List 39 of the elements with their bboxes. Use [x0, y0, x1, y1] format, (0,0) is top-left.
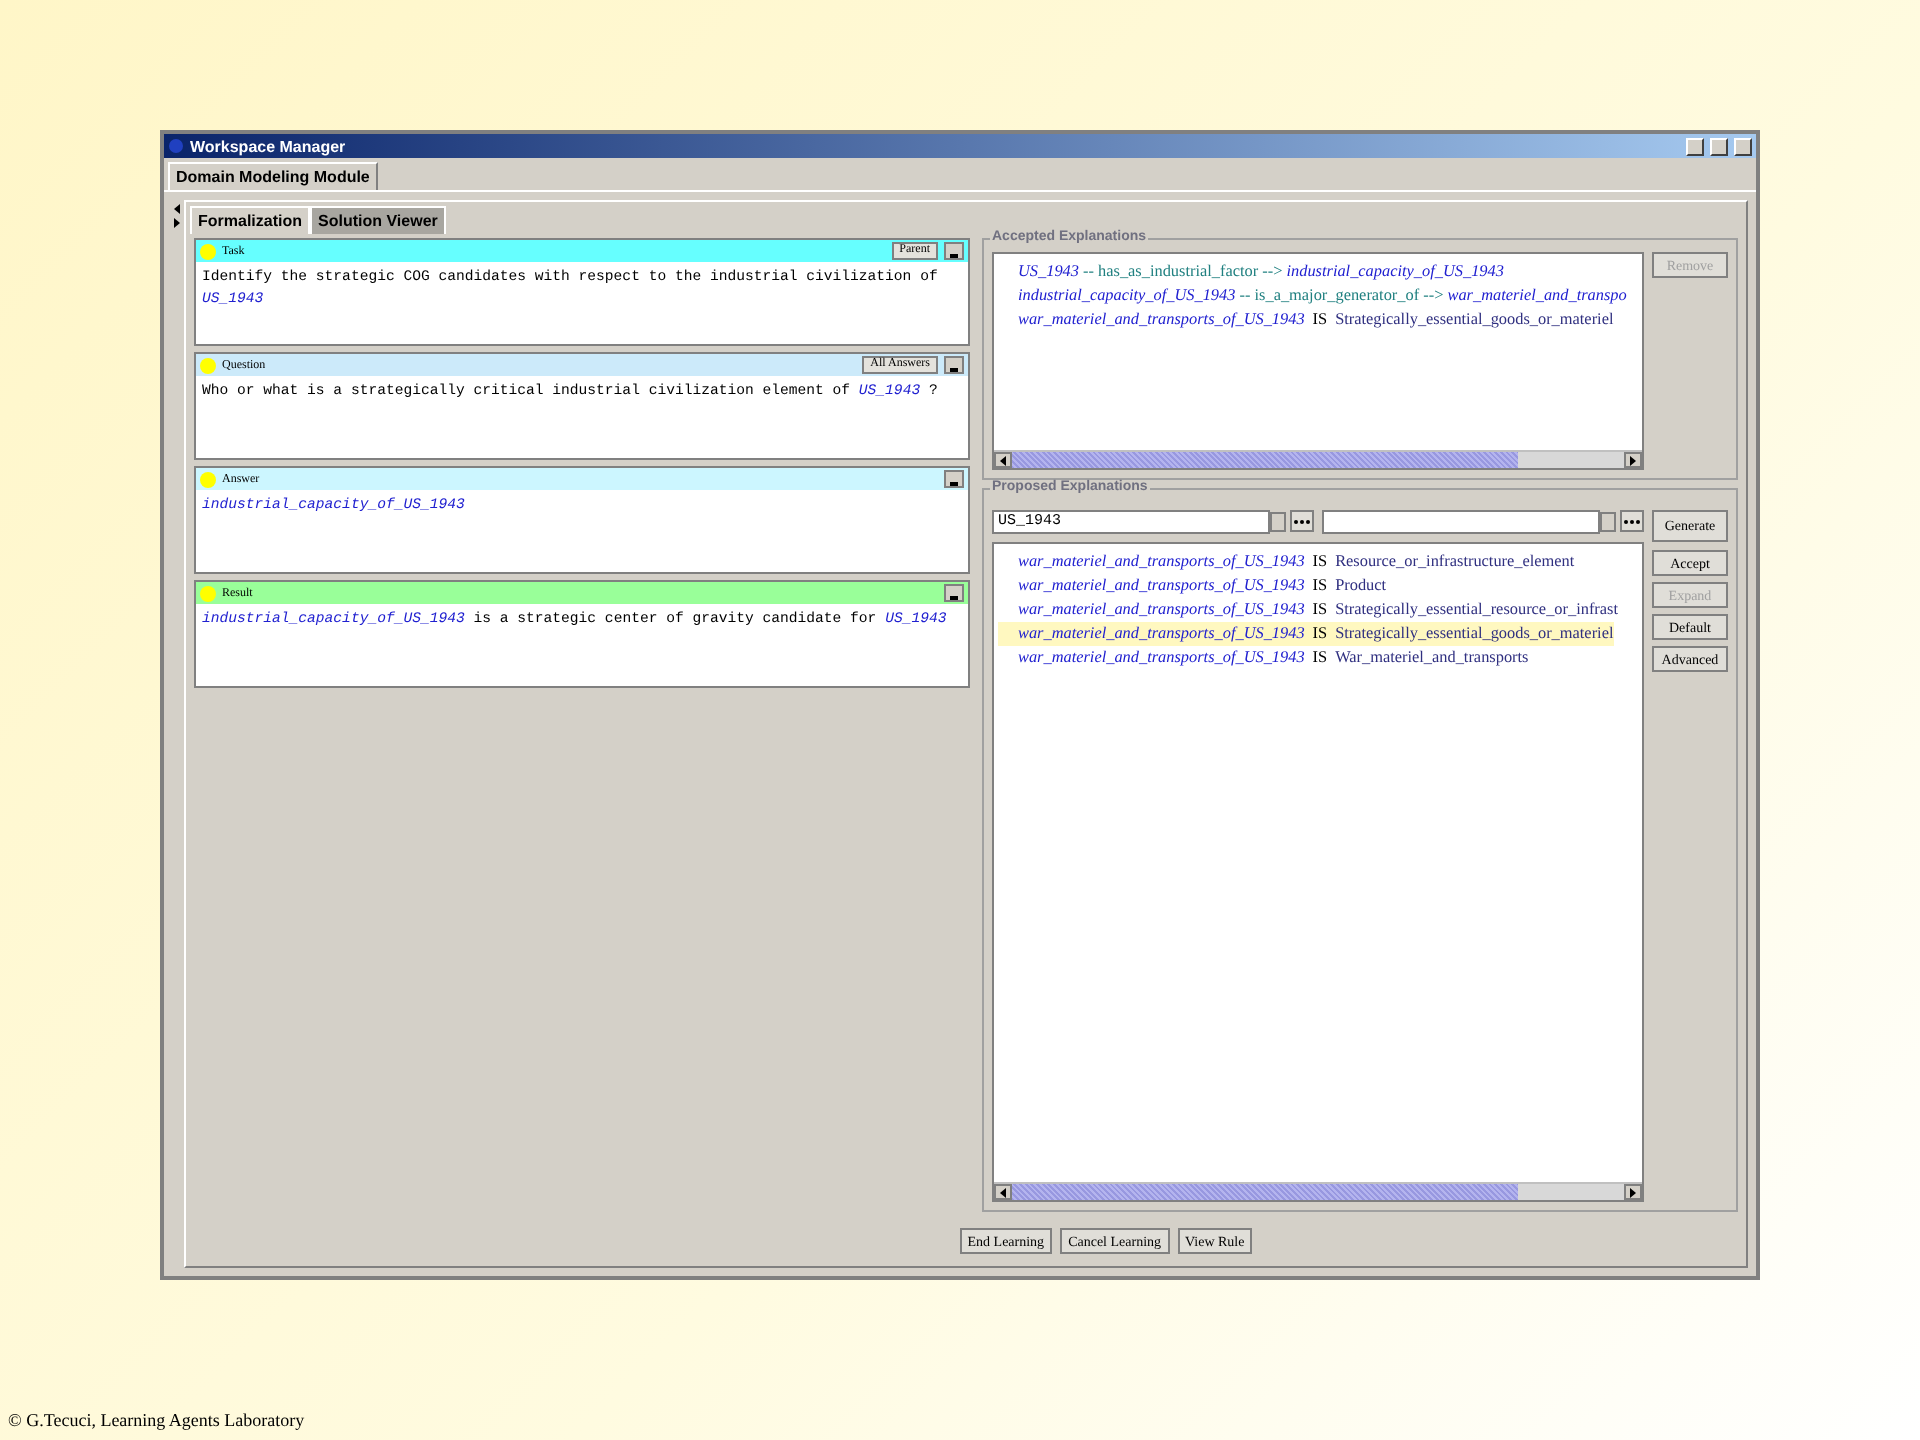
minimize-icon	[950, 596, 958, 600]
right-arrow-icon[interactable]	[1630, 1187, 1636, 1197]
credit-text: © G.Tecuci, Learning Agents Laboratory	[8, 1410, 305, 1430]
right-arrow-icon[interactable]	[1630, 455, 1636, 465]
minimize-button[interactable]	[944, 242, 964, 260]
status-dot	[200, 585, 216, 601]
minimize-icon	[950, 254, 958, 258]
explanation-item[interactable]: war_materiel_and_transports_of_US_1943 IS Product	[998, 574, 1387, 598]
minimize-button[interactable]	[944, 584, 964, 602]
explanation-item[interactable]: war_materiel_and_transports_of_US_1943 IS Strategically_essential_goods_or_materiel	[998, 308, 1614, 332]
tab[interactable]: Formalization	[190, 206, 311, 234]
minimize-button[interactable]	[944, 356, 964, 374]
combo-field[interactable]	[1322, 510, 1600, 534]
right-arrow-icon[interactable]	[173, 218, 179, 228]
spinner-icon[interactable]	[1600, 512, 1616, 532]
explanation-item[interactable]: war_materiel_and_transports_of_US_1943 IS Resource_or_infrastructure_element	[998, 550, 1575, 574]
status-dot	[200, 357, 216, 373]
maximize-button[interactable]	[1710, 137, 1728, 155]
browse-button[interactable]	[1290, 510, 1314, 532]
minimize-icon	[950, 482, 958, 486]
browse-button[interactable]	[1620, 510, 1644, 532]
close-button[interactable]	[1734, 137, 1752, 155]
explanation-item[interactable]: US_1943 -- has_as_industrial_factor --> industrial_capacity_of_US_1943	[998, 260, 1504, 284]
minimize-icon	[950, 368, 958, 372]
explanation-item[interactable]: industrial_capacity_of_US_1943 -- is_a_major_generator_of --> war_materiel_and_transpo	[998, 284, 1627, 308]
app-icon	[168, 138, 184, 154]
explanation-item[interactable]: war_materiel_and_transports_of_US_1943 IS War_materiel_and_transports	[998, 646, 1529, 670]
left-arrow-icon[interactable]	[1000, 1187, 1006, 1197]
tab[interactable]: Solution Viewer	[310, 206, 446, 234]
status-dot	[200, 471, 216, 487]
status-dot	[200, 243, 216, 259]
window-title: Workspace Manager	[190, 137, 348, 155]
minimize-button[interactable]	[944, 470, 964, 488]
module-tab[interactable]: Domain Modeling Module	[168, 162, 378, 190]
explanation-item[interactable]: war_materiel_and_transports_of_US_1943 IS Strategically_essential_resource_or_infrast	[998, 598, 1618, 622]
left-arrow-icon[interactable]	[173, 204, 179, 214]
left-arrow-icon[interactable]	[1000, 455, 1006, 465]
explanation-item[interactable]: war_materiel_and_transports_of_US_1943 IS Strategically_essential_goods_or_materiel	[998, 622, 1614, 646]
spinner-icon[interactable]	[1270, 512, 1286, 532]
